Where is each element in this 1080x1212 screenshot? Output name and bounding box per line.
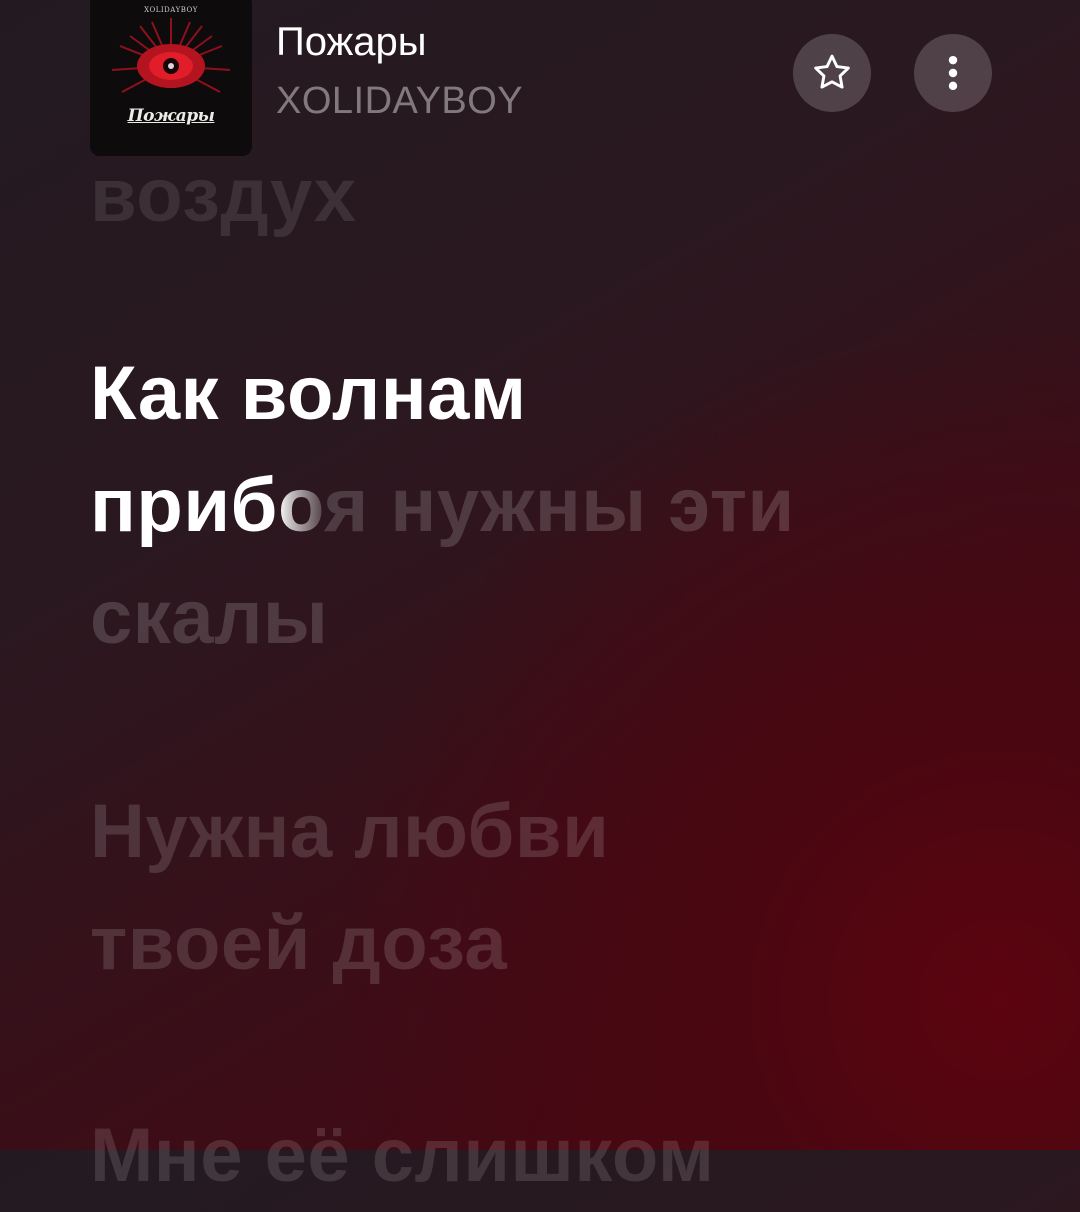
cover-title-text: Пожары	[127, 106, 215, 126]
more-options-button[interactable]	[914, 34, 992, 112]
album-cover-art	[90, 0, 252, 156]
lyric-unsung-part: я нужны эти	[323, 463, 795, 548]
track-title[interactable]: Пожары	[276, 22, 427, 62]
lyric-line-next[interactable]: твоей доза	[90, 888, 507, 1000]
album-cover[interactable]: XOLIDAYBOY Пожары	[90, 0, 252, 156]
cover-artist-text: XOLIDAYBOY	[144, 6, 198, 14]
lyric-line-next[interactable]: Мне её слишком	[90, 1100, 715, 1212]
more-vertical-icon	[948, 55, 958, 91]
star-icon	[814, 54, 850, 89]
favorite-button[interactable]	[793, 34, 871, 112]
lyric-current-syllable: о	[278, 463, 324, 548]
lyric-line-next[interactable]: Нужна любви	[90, 776, 609, 888]
lyric-line-active-progress[interactable]: прибоя нужны эти	[90, 450, 795, 562]
lyric-line-continuation[interactable]: скалы	[90, 562, 328, 674]
lyric-sung-part: приб	[90, 463, 278, 548]
now-playing-header: XOLIDAYBOY Пожары Пожары XOLIDAYBOY	[0, 0, 1080, 160]
lyric-line-active[interactable]: Как волнам	[90, 338, 527, 450]
lyric-line-previous[interactable]: воздух	[90, 150, 357, 242]
track-artist[interactable]: XOLIDAYBOY	[276, 82, 523, 120]
